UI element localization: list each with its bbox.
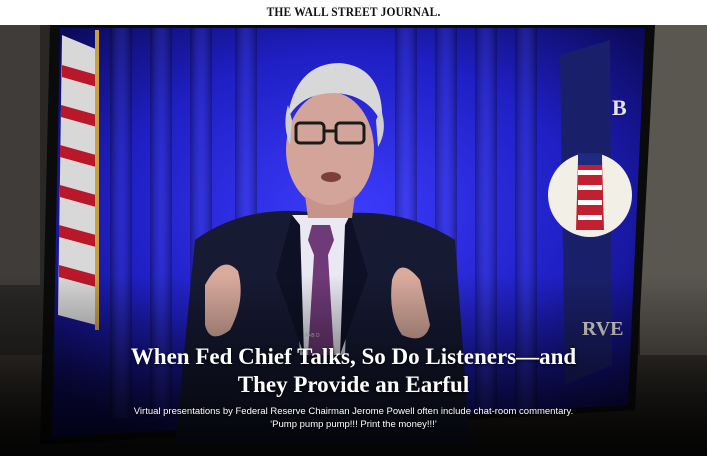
masthead: THE WALL STREET JOURNAL. [0,0,707,25]
hero-image[interactable]: B RVE A+B D When Fed Chief Talks, So Do … [0,25,707,456]
dek-line-2: ‘Pump pump pump!!! Print the money!!!’ [270,418,437,430]
headline-line-1[interactable]: When Fed Chief Talks, So Do Listeners—an… [131,344,576,369]
headline-line-2[interactable]: They Provide an Earful [238,372,470,397]
dek-line-1: Virtual presentations by Federal Reserve… [133,406,574,417]
dek: Virtual presentations by Federal Reserve… [0,406,707,431]
headline[interactable]: When Fed Chief Talks, So Do Listeners—an… [0,343,707,399]
wsj-logo[interactable]: THE WALL STREET JOURNAL. [267,5,441,20]
svg-text:B: B [612,95,627,120]
headline-block: When Fed Chief Talks, So Do Listeners—an… [0,343,707,431]
